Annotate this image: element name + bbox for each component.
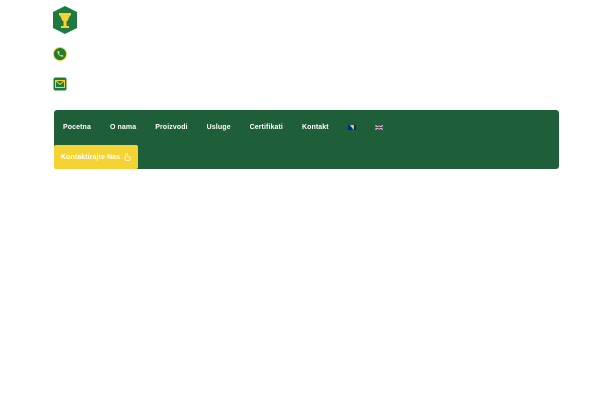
bosnia-flag-icon[interactable] <box>347 125 356 130</box>
nav-item-proizvodi[interactable]: Proizvodi <box>155 124 187 131</box>
nav-menu: Pocetna O nama Proizvodi Usluge Certifik… <box>54 110 402 145</box>
nav-item-pocetna[interactable]: Pocetna <box>63 124 91 131</box>
nav-item-certifikati[interactable]: Certifikati <box>250 124 283 131</box>
nav-item-o-nama[interactable]: O nama <box>110 124 136 131</box>
nav-item-usluge[interactable]: Usluge <box>207 124 231 131</box>
phone-icon[interactable] <box>53 47 67 61</box>
uk-flag-icon[interactable] <box>374 125 383 130</box>
page: Pocetna O nama Proizvodi Usluge Certifik… <box>0 0 600 400</box>
hand-pointer-icon <box>124 153 131 161</box>
nav-item-kontakt[interactable]: Kontakt <box>302 124 329 131</box>
contact-us-label: Kontaktirajte Nas <box>60 153 121 161</box>
logo-icon[interactable] <box>53 6 77 34</box>
contact-us-button[interactable]: Kontaktirajte Nas <box>54 145 138 169</box>
main-navbar: Pocetna O nama Proizvodi Usluge Certifik… <box>54 110 559 169</box>
mail-icon[interactable] <box>53 77 67 91</box>
